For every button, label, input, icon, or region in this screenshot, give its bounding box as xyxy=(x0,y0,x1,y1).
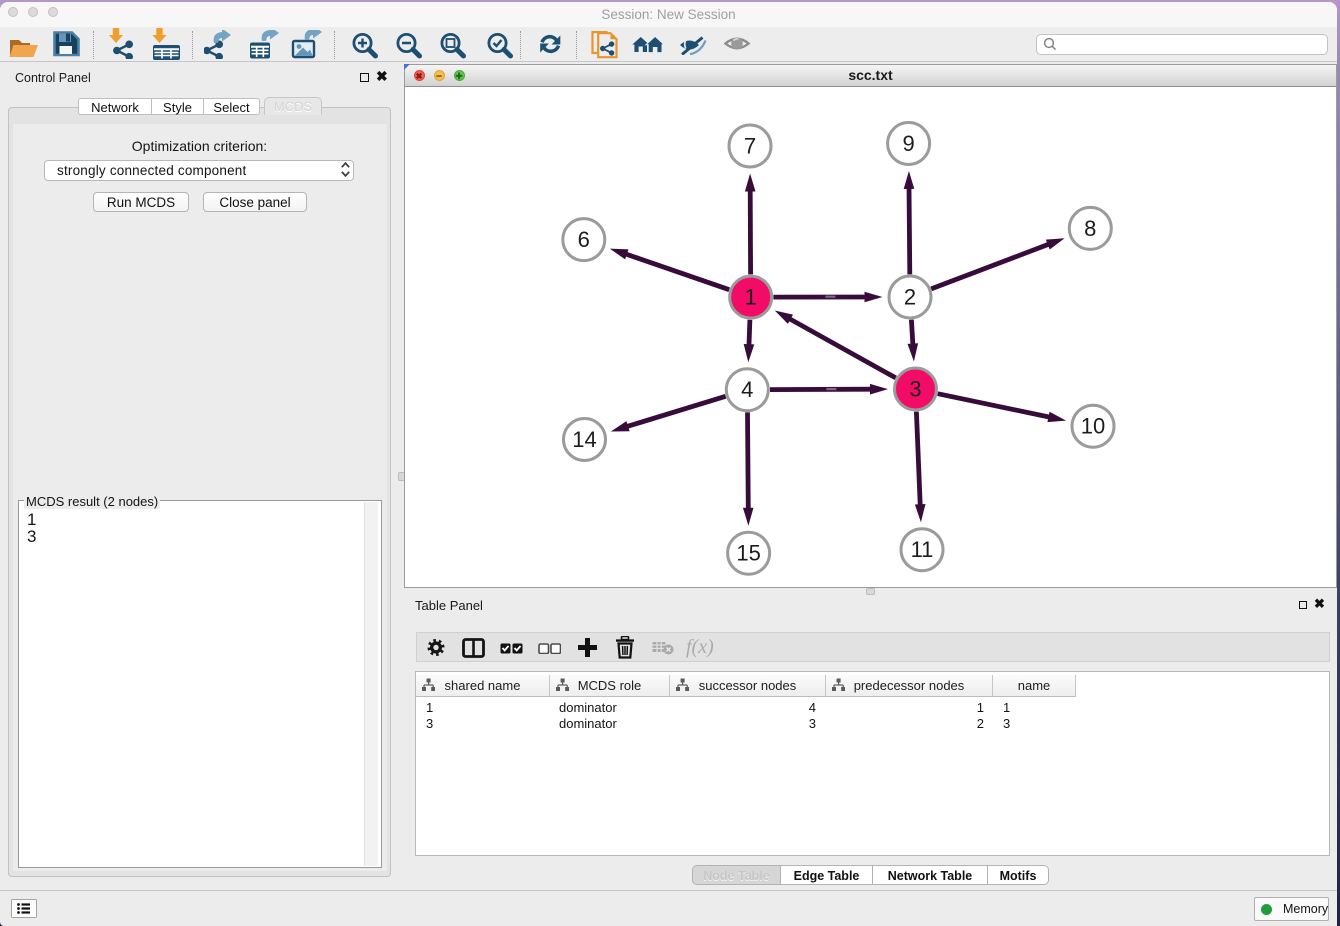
svg-text:8: 8 xyxy=(1084,216,1096,241)
svg-text:14: 14 xyxy=(572,427,596,452)
svg-text:9: 9 xyxy=(902,131,914,156)
svg-text:4: 4 xyxy=(741,377,753,402)
svg-text:6: 6 xyxy=(578,227,590,252)
svg-text:3: 3 xyxy=(909,377,921,402)
svg-text:2: 2 xyxy=(904,285,916,310)
svg-text:7: 7 xyxy=(744,134,756,159)
svg-text:15: 15 xyxy=(736,541,760,566)
svg-text:1: 1 xyxy=(745,285,757,310)
svg-text:11: 11 xyxy=(911,537,934,562)
svg-text:10: 10 xyxy=(1081,414,1105,439)
